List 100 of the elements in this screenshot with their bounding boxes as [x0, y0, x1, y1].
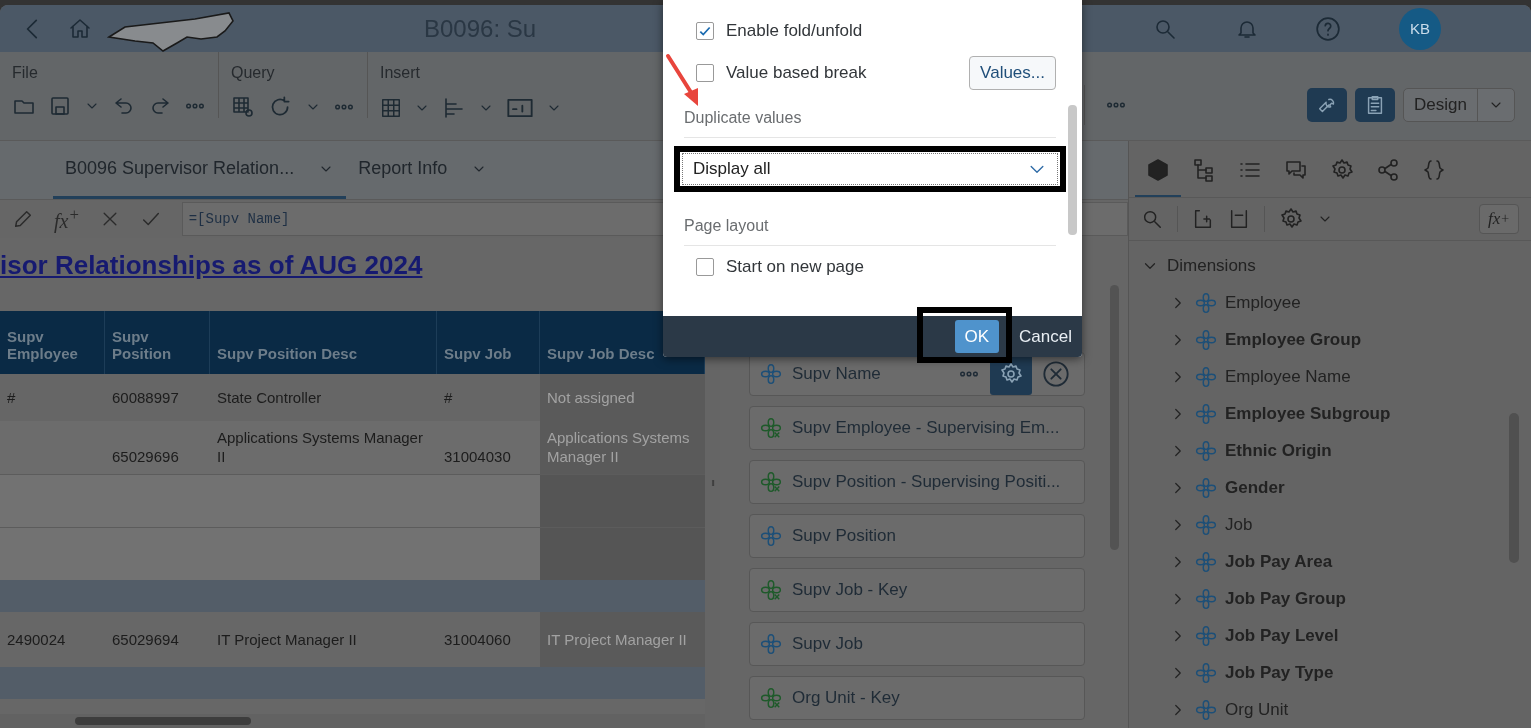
share-icon[interactable] [1376, 157, 1400, 182]
ok-button[interactable]: OK [954, 320, 1000, 353]
dimension-icon [1195, 624, 1217, 647]
table-cell-text: 65029694 [111, 630, 180, 650]
key-dimension-icon [760, 417, 782, 439]
table-cell-text: # [443, 388, 454, 408]
field-card[interactable]: Supv Job - Key [749, 568, 1085, 612]
dimension-icon [1195, 365, 1217, 388]
checkbox-label: Value based break [726, 63, 867, 83]
checkmark-icon [698, 24, 712, 38]
tree-node[interactable]: Job Pay Level [1225, 625, 1339, 646]
toolbar-group-label: Query [231, 64, 275, 82]
table-cell-text: Applications Systems Manager II [216, 428, 424, 467]
dimension-icon [1195, 476, 1217, 499]
table-cell-text: 2490024 [6, 630, 67, 650]
dimension-icon [1195, 291, 1217, 314]
home-icon[interactable] [68, 16, 92, 41]
field-card[interactable]: Supv Position [749, 514, 1085, 558]
field-name: Org Unit - Key [792, 688, 901, 708]
table-cell: IT Project Manager II [540, 612, 705, 667]
wrench-button[interactable] [1307, 88, 1348, 122]
dimension-icon [1195, 587, 1217, 610]
clipboard-button[interactable] [1355, 88, 1396, 122]
checkbox[interactable] [696, 22, 714, 40]
dimension-icon [1195, 513, 1217, 536]
dimension-icon [1195, 328, 1217, 351]
dimension-icon [1195, 439, 1217, 462]
checkbox[interactable] [696, 64, 714, 82]
field-card[interactable]: Org Unit - Key [749, 676, 1085, 720]
field-name: Supv Position - Supervising Positi... [792, 472, 1062, 492]
table-cell: Not assigned [540, 374, 705, 421]
grid-settings-icon[interactable] [231, 95, 255, 119]
dimension-icon [1195, 402, 1217, 425]
field-name: Supv Name [792, 364, 882, 384]
duplicate-values-select[interactable]: Display all [682, 153, 1058, 185]
pencil-icon[interactable] [12, 208, 34, 230]
table-cell: Applications Systems Manager II [540, 421, 705, 474]
cube-icon[interactable] [1146, 157, 1170, 182]
tree-node[interactable]: Employee Group [1225, 329, 1362, 350]
dimension-icon [760, 633, 782, 655]
add-column-icon[interactable] [1192, 207, 1214, 230]
toolbar-group-label: Insert [380, 64, 420, 82]
dimension-icon [1195, 661, 1217, 684]
field-name: Supv Job - Key [792, 580, 909, 600]
field-card[interactable]: Supv Position - Supervising Positi... [749, 460, 1085, 504]
tree-node[interactable]: Org Unit [1225, 699, 1289, 720]
field-name: Supv Job [792, 634, 864, 654]
table-cell-text: 31004060 [443, 630, 512, 650]
table-cell-text: 65029696 [111, 447, 180, 467]
checkbox-label: Enable fold/unfold [726, 21, 863, 41]
section-heading: Duplicate values [684, 109, 802, 127]
remove-icon[interactable] [1042, 360, 1070, 388]
braces-icon[interactable] [1422, 157, 1446, 182]
tree-node[interactable]: Employee Subgroup [1225, 403, 1391, 424]
hierarchy-icon[interactable] [1192, 157, 1216, 182]
save-icon[interactable] [48, 94, 72, 118]
horizontal-scrollbar[interactable] [0, 714, 705, 728]
toolbar-group-label: File [12, 64, 38, 82]
dimension-icon [760, 363, 782, 385]
cancel-button[interactable]: Cancel [1009, 320, 1082, 353]
tree-node[interactable]: Employee [1225, 292, 1301, 313]
checkbox[interactable] [696, 258, 714, 276]
section-heading: Page layout [684, 217, 769, 235]
key-dimension-icon [760, 579, 782, 601]
tree-node[interactable]: Job Pay Group [1225, 588, 1346, 609]
bar-chart-icon[interactable] [442, 96, 466, 120]
tree-node[interactable]: Gender [1225, 477, 1285, 498]
checkbox-label: Start on new page [726, 257, 864, 277]
tree-node[interactable]: Ethnic Origin [1225, 440, 1332, 461]
remove-column-icon[interactable] [1228, 207, 1250, 230]
table-cell-text: 31004030 [443, 447, 512, 467]
insert-function-button[interactable]: fx$^{+}$ [54, 205, 80, 233]
table-icon[interactable] [380, 97, 402, 119]
gear-icon[interactable] [1330, 157, 1354, 182]
document-tab[interactable]: Report Info [346, 141, 500, 199]
tree-node[interactable]: Job Pay Type [1225, 662, 1334, 683]
tree-node[interactable]: Dimensions [1167, 255, 1256, 276]
field-name: Supv Position [792, 526, 897, 546]
key-dimension-icon [760, 687, 782, 709]
table-cell-text: State Controller [216, 388, 323, 408]
values-button[interactable]: Values... [969, 56, 1056, 90]
dimension-icon [1195, 550, 1217, 573]
dimension-icon [760, 525, 782, 547]
gear-icon [999, 362, 1023, 386]
field-card[interactable]: Supv Employee - Supervising Em... [749, 406, 1085, 450]
table-cell-text: # [6, 388, 17, 408]
gear-icon[interactable] [1279, 206, 1303, 231]
drag-handle-icon[interactable] [709, 480, 716, 486]
mode-dropdown[interactable]: Design [1403, 88, 1515, 122]
help-icon[interactable] [1315, 15, 1341, 42]
dimension-icon [1195, 698, 1217, 721]
user-avatar[interactable]: KB [1399, 7, 1441, 50]
tree-node[interactable]: Job Pay Area [1225, 551, 1333, 572]
key-dimension-icon [760, 471, 782, 493]
tree-node[interactable]: Employee Name [1225, 366, 1351, 387]
field-card[interactable]: Supv Job [749, 622, 1085, 666]
tree-node[interactable]: Job [1225, 514, 1253, 535]
table-cell-text: IT Project Manager II [216, 630, 358, 650]
report-title-link[interactable]: isor Relationships as of AUG 2024 [0, 250, 423, 281]
table-cell-text: 60088997 [111, 388, 180, 408]
